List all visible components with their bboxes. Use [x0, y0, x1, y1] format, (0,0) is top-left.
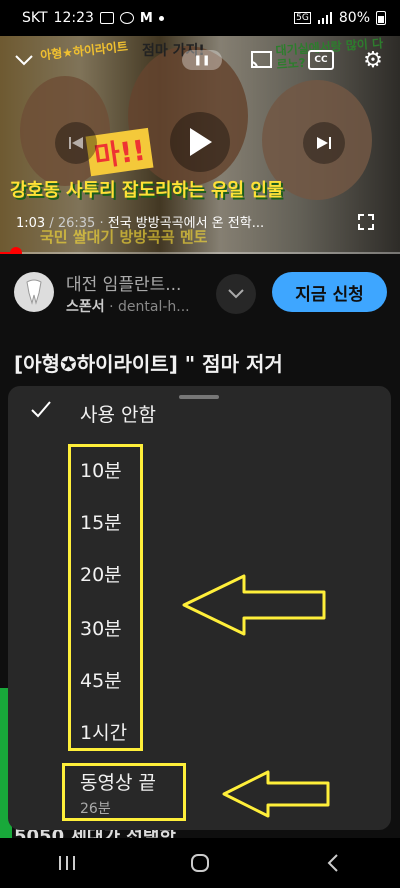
ad-dot: · [104, 299, 118, 315]
previous-button[interactable] [55, 122, 97, 164]
ad-subtitle: 스폰서 · dental-h... [66, 296, 190, 316]
home-button[interactable] [175, 843, 225, 883]
option-label: 사용 안함 [80, 404, 156, 426]
chevron-down-icon [228, 289, 244, 299]
gmail-icon: M [139, 10, 153, 26]
option-45min[interactable]: 45분 [8, 660, 391, 700]
play-button[interactable] [170, 112, 230, 172]
cc-icon: CC [308, 50, 334, 70]
clock: 12:23 [53, 10, 94, 26]
option-10min[interactable]: 10분 [8, 450, 391, 490]
highlight-box-end-of-video [62, 763, 186, 821]
fullscreen-button[interactable] [354, 212, 378, 232]
captions-button[interactable]: CC [306, 46, 336, 74]
gear-icon: ⚙ [363, 47, 383, 73]
option-15min[interactable]: 15분 [8, 502, 391, 542]
fullscreen-icon [358, 214, 374, 230]
play-icon [190, 128, 212, 156]
settings-button[interactable]: ⚙ [358, 46, 388, 74]
video-player[interactable]: 아형★하이라이트 점마 가지! 대기실에서랑 많이 다르노? 마!! 강호동 사… [0, 36, 400, 254]
cast-button[interactable] [246, 46, 276, 74]
video-title[interactable]: [아형✪하이라이트] " 점마 저거 [14, 348, 283, 377]
advertiser-domain: dental-h... [118, 299, 190, 315]
recents-icon [58, 856, 75, 870]
next-button[interactable] [303, 122, 345, 164]
cast-icon [250, 51, 272, 69]
back-icon [327, 854, 339, 872]
highlight-box-durations [68, 444, 143, 751]
ad-title: 대전 임플란트... [66, 275, 182, 295]
ad-expand-button[interactable] [216, 274, 256, 314]
advertiser-logo [14, 272, 54, 312]
carrier-label: SKT [22, 10, 48, 26]
time-display: 1:03 / 26:35 · 전국 방방곡곡에서 온 전학... [16, 212, 264, 231]
option-1hour[interactable]: 1시간 [8, 712, 391, 752]
chapter-dot: · [99, 216, 108, 231]
annotation-arrow-icon [222, 770, 330, 818]
system-nav-bar [0, 838, 400, 888]
chapter-title[interactable]: 전국 방방곡곡에서 온 전학... [108, 216, 264, 231]
network-5g-icon: 5G [294, 12, 311, 24]
recents-button[interactable] [42, 843, 92, 883]
gallery-icon [99, 12, 114, 24]
home-icon [190, 854, 209, 872]
sponsor-label: 스폰서 [66, 299, 105, 315]
skip-next-icon [317, 137, 331, 149]
chevron-down-icon [15, 55, 33, 66]
battery-icon [376, 11, 386, 25]
tooth-icon [26, 279, 42, 305]
check-icon [31, 401, 51, 418]
annotation-arrow-icon [182, 574, 326, 636]
skip-previous-icon [69, 137, 83, 149]
battery-label: 80% [338, 10, 370, 26]
time-total: 26:35 [57, 216, 96, 231]
talk-icon [119, 12, 134, 24]
apply-now-button[interactable]: 지금 신청 [272, 272, 387, 312]
caption-line-1: 강호동 사투리 잡도리하는 유일 인물 [10, 180, 284, 201]
more-notifications-icon [158, 15, 164, 21]
back-button[interactable] [308, 843, 358, 883]
pause-mini-icon: ❚❚ [193, 54, 211, 66]
minimize-button[interactable] [10, 46, 38, 74]
signal-icon [317, 12, 332, 24]
progress-scrubber[interactable] [10, 247, 22, 254]
time-separator: / [49, 216, 58, 231]
autoplay-toggle[interactable]: ❚❚ [182, 50, 222, 70]
option-off[interactable]: 사용 안함 [8, 386, 391, 438]
time-current: 1:03 [16, 216, 46, 231]
status-bar: SKT 12:23 M 5G 80% [0, 0, 400, 36]
